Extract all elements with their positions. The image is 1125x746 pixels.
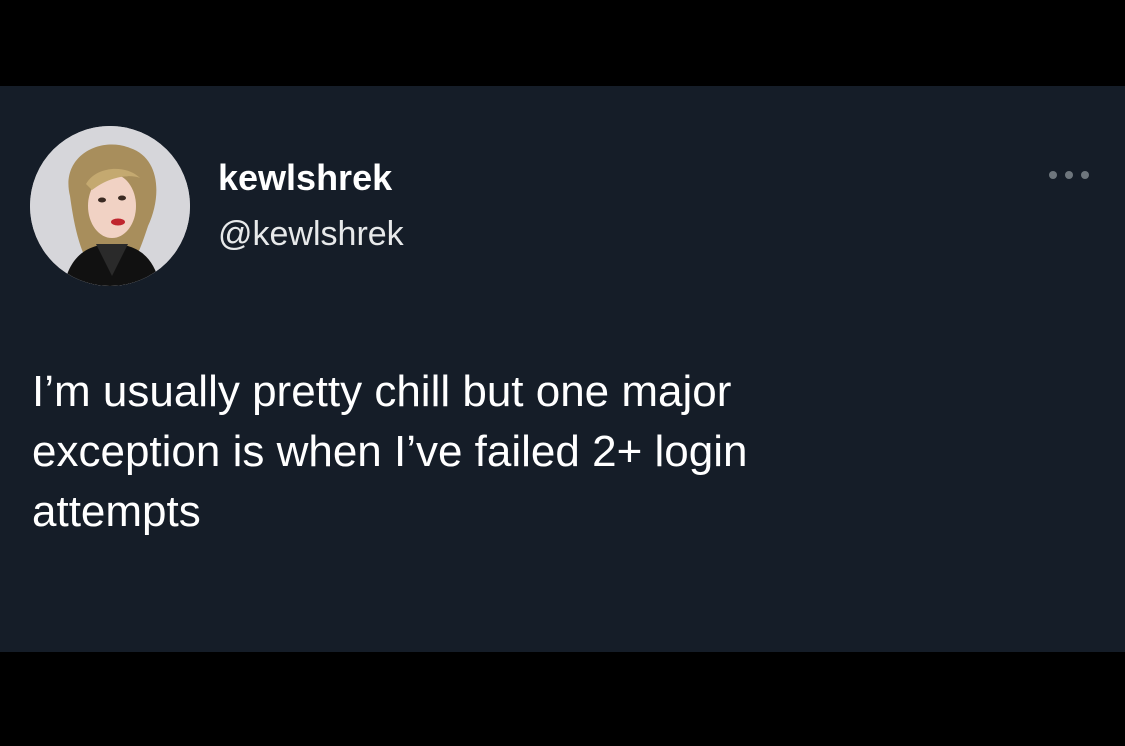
more-options-button[interactable]	[1045, 162, 1093, 188]
tweet-card: kewlshrek @kewlshrek I’m usually pretty …	[0, 86, 1125, 652]
author-avatar[interactable]	[30, 126, 190, 286]
author-display-name[interactable]: kewlshrek	[218, 158, 392, 198]
screenshot-frame: kewlshrek @kewlshrek I’m usually pretty …	[0, 0, 1125, 746]
tweet-text: I’m usually pretty chill but one major e…	[32, 367, 748, 536]
profile-photo-icon	[30, 126, 190, 286]
author-handle[interactable]: @kewlshrek	[218, 214, 404, 254]
more-horizontal-icon	[1049, 171, 1089, 179]
